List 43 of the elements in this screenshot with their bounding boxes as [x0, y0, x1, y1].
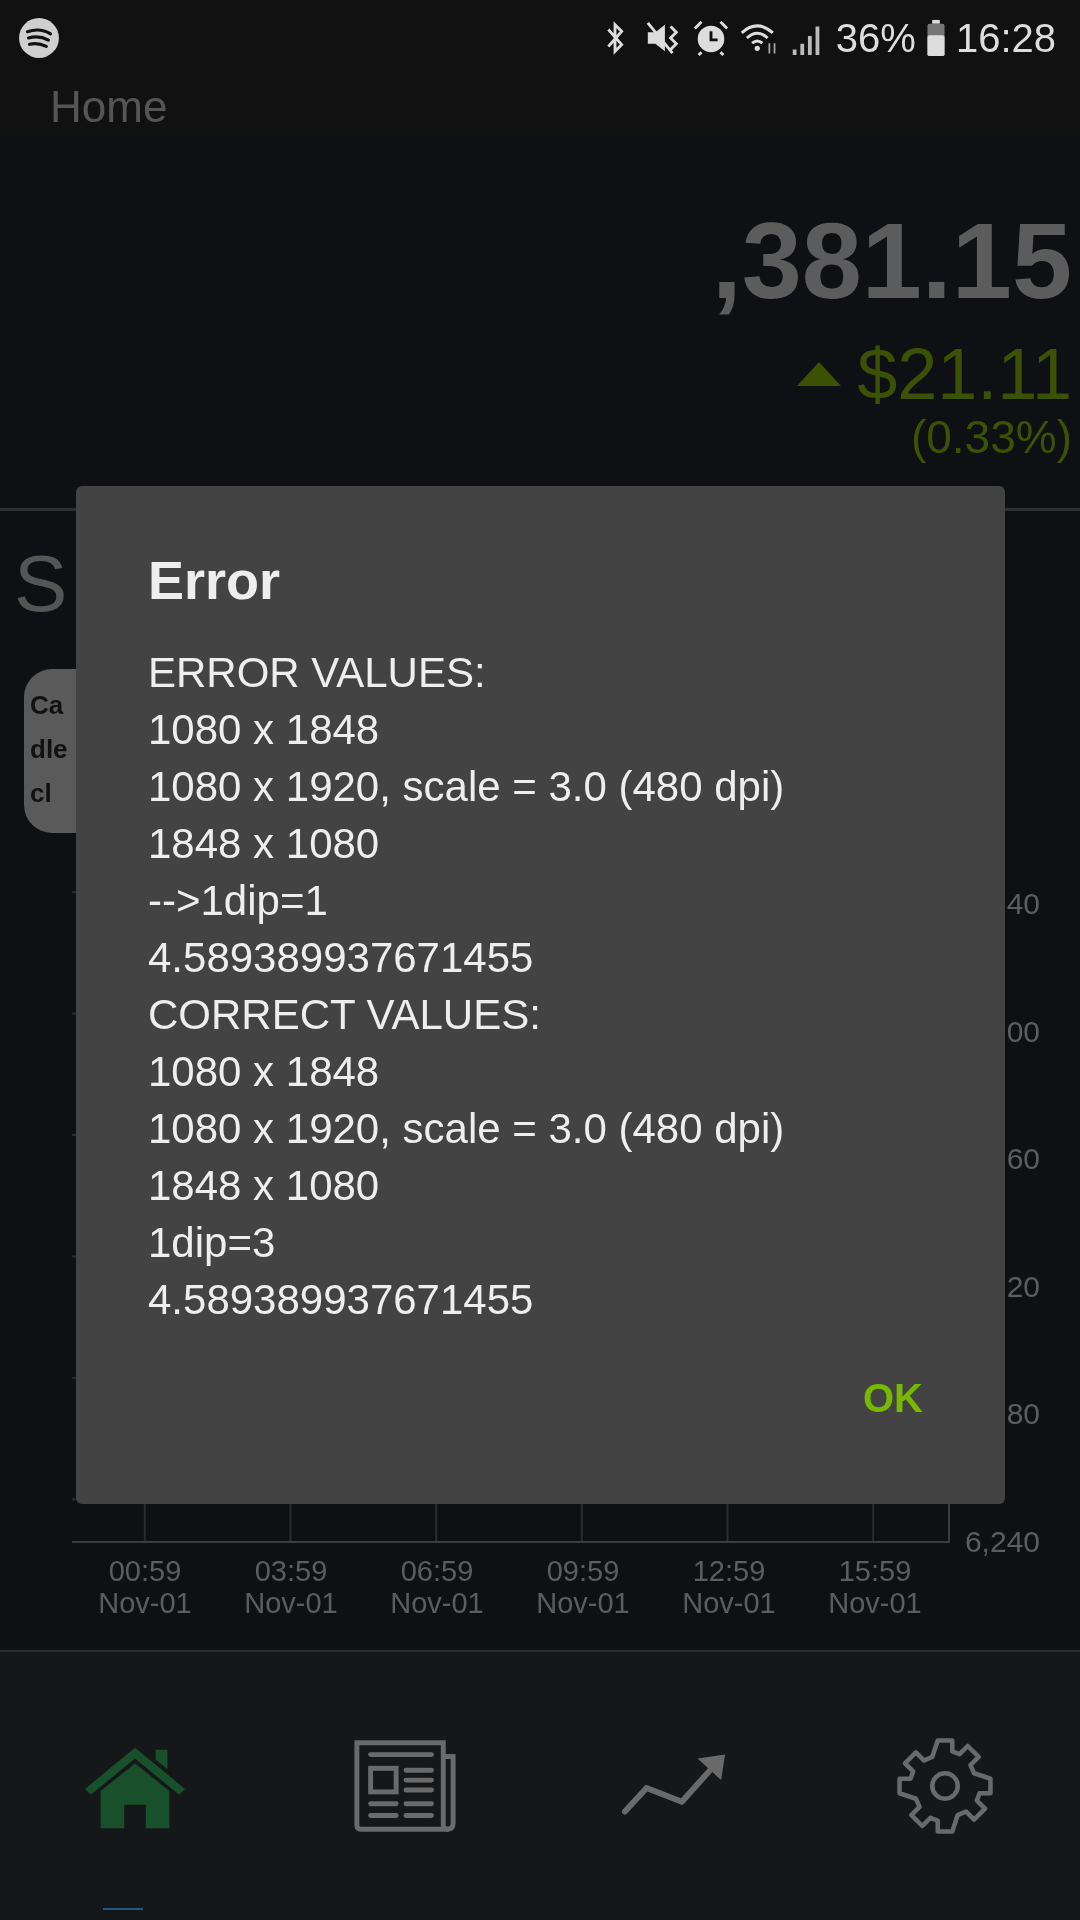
- clock: 16:28: [955, 15, 1056, 61]
- message-line: 1080 x 1920, scale = 3.0 (480 dpi): [148, 762, 786, 812]
- time-label: 12:59: [692, 1555, 766, 1587]
- message-line: 1848 x 1080: [148, 1161, 381, 1211]
- battery-icon: [925, 19, 946, 57]
- message-line: CORRECT VALUES:: [148, 990, 542, 1040]
- message-line: 4.589389937671455: [148, 933, 535, 983]
- message-line: 1dip=3: [148, 1218, 277, 1268]
- time-label: 00:59: [108, 1555, 182, 1587]
- time-label: 15:59: [838, 1555, 912, 1587]
- axis-label: 20: [1006, 1269, 1040, 1304]
- portfolio-value: ,381.15: [711, 206, 1072, 316]
- section-title: S: [14, 539, 68, 629]
- axis-label: 80: [1006, 1397, 1040, 1432]
- time-label: 03:59: [254, 1555, 328, 1587]
- axis-label: 6,240: [964, 1524, 1040, 1559]
- message-line: 1080 x 1848: [148, 1047, 381, 1097]
- date-label: Nov-01: [390, 1587, 484, 1619]
- message-line: 1080 x 1920, scale = 3.0 (480 dpi): [148, 1104, 786, 1154]
- time-label: 06:59: [400, 1555, 474, 1587]
- change-amount: $21.11: [857, 336, 1072, 412]
- axis-label: 60: [1006, 1142, 1040, 1177]
- ok-button[interactable]: OK: [851, 1368, 935, 1429]
- date-label: Nov-01: [682, 1587, 776, 1619]
- message-line: 4.589389937671455: [148, 1275, 535, 1325]
- message-line: ERROR VALUES:: [148, 648, 487, 698]
- time-label: 09:59: [546, 1555, 620, 1587]
- message-line: 1848 x 1080: [148, 819, 381, 869]
- up-triangle-icon: [797, 362, 842, 386]
- message-line: -->1dip=1: [148, 876, 329, 926]
- change-percent: (0.33%): [910, 412, 1072, 462]
- alarm-icon: [691, 19, 730, 57]
- date-label: Nov-01: [828, 1587, 922, 1619]
- axis-label: 40: [1006, 887, 1040, 921]
- music-app-icon: [18, 17, 60, 59]
- axis-label: 00: [1006, 1014, 1040, 1049]
- dialog-title: Error: [148, 550, 282, 610]
- date-label: Nov-01: [536, 1587, 630, 1619]
- date-label: Nov-01: [244, 1587, 338, 1619]
- page-title: Home: [50, 81, 169, 132]
- battery-text: 36%: [835, 15, 916, 61]
- message-line: 1080 x 1848: [148, 705, 381, 755]
- date-label: Nov-01: [98, 1587, 192, 1619]
